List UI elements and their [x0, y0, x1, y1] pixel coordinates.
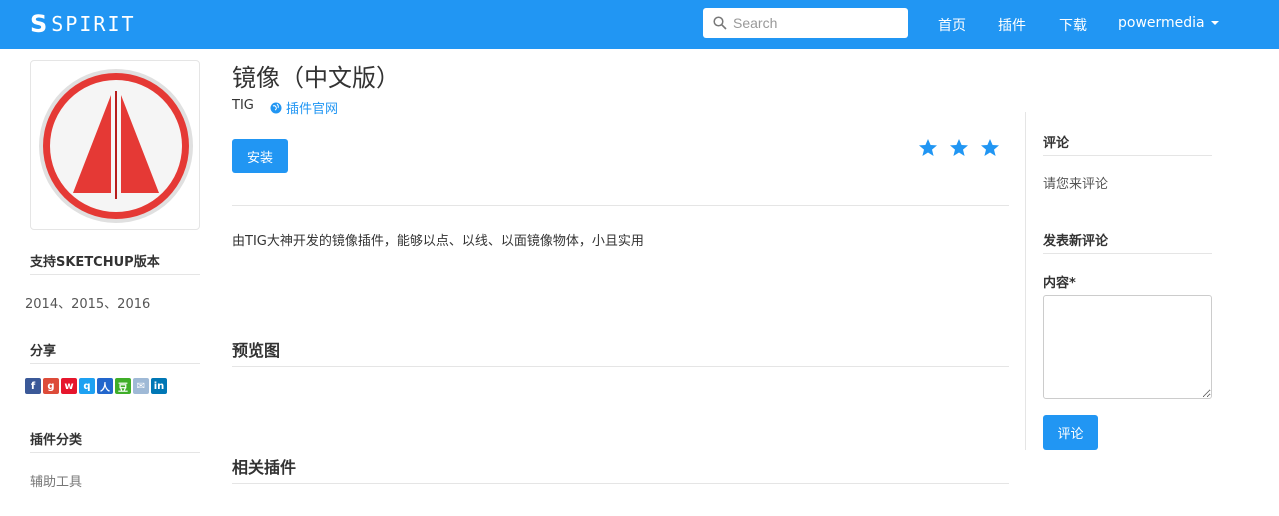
user-name: powermedia [1118, 15, 1205, 31]
category-heading: 插件分类 [30, 433, 83, 448]
mirror-triangles-icon [39, 69, 193, 223]
search-input[interactable] [733, 15, 903, 31]
facebook-icon[interactable]: f [25, 378, 41, 394]
star-icon [919, 139, 937, 156]
share-heading: 分享 [30, 344, 57, 359]
plugin-website-link[interactable]: 插件官网 [270, 98, 338, 117]
caret-down-icon [1210, 21, 1219, 25]
nav-plugins[interactable]: 插件 [998, 15, 1026, 35]
share-icons: f g w q 人 豆 ✉ in [25, 378, 167, 394]
new-comment-heading: 发表新评论 [1043, 234, 1109, 249]
plugin-author[interactable]: TIG [232, 98, 254, 113]
brand-name: SPIRIT [51, 12, 136, 36]
divider [30, 363, 200, 364]
divider [232, 205, 1009, 206]
comment-textarea[interactable] [1043, 295, 1212, 399]
divider [30, 452, 200, 453]
search-box[interactable] [703, 8, 908, 38]
google-plus-icon[interactable]: g [43, 378, 59, 394]
comments-empty-text: 请您来评论 [1043, 177, 1109, 192]
renren-icon[interactable]: 人 [97, 378, 113, 394]
submit-comment-button[interactable]: 评论 [1043, 415, 1098, 450]
email-icon[interactable]: ✉ [133, 378, 149, 394]
user-menu[interactable]: powermedia [1118, 15, 1219, 31]
douban-icon[interactable]: 豆 [115, 378, 131, 394]
plugin-description: 由TIG大神开发的镜像插件，能够以点、以线、以面镜像物体，小且实用 [232, 234, 644, 249]
content-label: 内容* [1043, 276, 1076, 291]
column-divider [1025, 112, 1026, 450]
divider [1043, 155, 1212, 156]
star-icon [981, 139, 999, 156]
search-icon [713, 16, 727, 30]
divider [30, 274, 200, 275]
category-link[interactable]: 辅助工具 [30, 471, 82, 490]
versions-list: 2014、2015、2016 [25, 297, 151, 312]
rating-stars [918, 138, 1000, 158]
preview-heading: 预览图 [232, 341, 281, 360]
divider [1043, 253, 1212, 254]
star-icon [950, 139, 968, 156]
plugin-title: 镜像（中文版） [232, 64, 400, 92]
top-navbar: S SPIRIT 首页 插件 下载 powermedia [0, 0, 1279, 49]
install-button[interactable]: 安装 [232, 139, 288, 173]
related-heading: 相关插件 [232, 458, 297, 477]
nav-home[interactable]: 首页 [938, 15, 966, 35]
website-link-label: 插件官网 [286, 102, 339, 117]
qzone-icon[interactable]: q [79, 378, 95, 394]
weibo-icon[interactable]: w [61, 378, 77, 394]
divider [232, 366, 1009, 367]
plugin-logo [30, 60, 200, 230]
versions-heading: 支持SKETCHUP版本 [30, 255, 160, 270]
comments-heading: 评论 [1043, 136, 1070, 151]
brand-logo[interactable]: S SPIRIT [30, 10, 136, 38]
nav-download[interactable]: 下载 [1059, 15, 1087, 35]
brand-s-icon: S [30, 10, 48, 38]
divider [232, 483, 1009, 484]
linkedin-icon[interactable]: in [151, 378, 167, 394]
globe-icon [270, 102, 282, 113]
